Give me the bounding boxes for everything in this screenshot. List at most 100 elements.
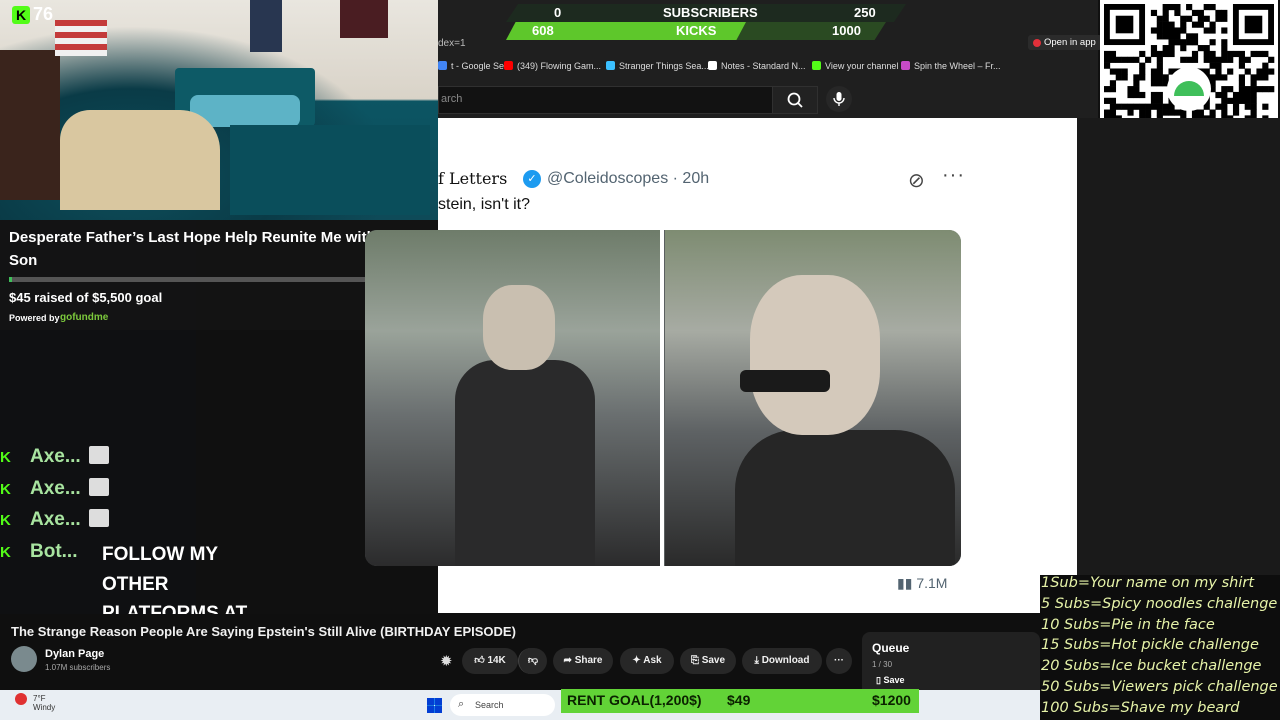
views-icon: ▮▮ bbox=[897, 575, 917, 591]
photo-figure bbox=[735, 430, 955, 566]
chat-username[interactable]: Axe... bbox=[30, 478, 81, 499]
bookmark-item[interactable]: Notes - Standard N... bbox=[708, 61, 806, 71]
bookmark-label: t - Google Se... bbox=[451, 61, 512, 71]
download-icon: ⤓ bbox=[754, 655, 762, 666]
bookmark-item[interactable]: View your channel bbox=[812, 61, 898, 71]
clip-icon[interactable]: ✹ bbox=[440, 652, 453, 670]
chat-username[interactable]: Axe... bbox=[30, 509, 81, 530]
search-icon bbox=[787, 92, 803, 108]
open-in-app-button[interactable]: Open in app bbox=[1028, 35, 1102, 50]
share-label: Share bbox=[574, 655, 603, 666]
youtube-search-input[interactable]: arch bbox=[438, 86, 774, 114]
emote-icon bbox=[88, 478, 109, 496]
webcam-flag bbox=[55, 20, 107, 56]
dislike-icon: 👎︎ bbox=[527, 655, 539, 666]
subs-current: 0 bbox=[554, 5, 562, 20]
subs-label: SUBSCRIBERS bbox=[663, 5, 758, 20]
chat-username[interactable]: Axe... bbox=[30, 446, 81, 467]
subs-goal: 250 bbox=[854, 5, 876, 20]
rent-goal-bar: RENT GOAL(1,200$) $49 $1200 bbox=[561, 689, 919, 713]
ask-label: Ask bbox=[643, 655, 662, 666]
queue-title: Queue bbox=[872, 641, 910, 655]
sub-goal-item: 1Sub=Your name on my shirt bbox=[1041, 575, 1255, 591]
chat-line: K Bot... bbox=[0, 541, 78, 563]
tweet-views[interactable]: ▮▮ 7.1M bbox=[897, 575, 947, 592]
webcam-poster bbox=[250, 0, 282, 52]
rent-goal-label: RENT GOAL(1,200$) bbox=[567, 692, 702, 708]
share-button[interactable]: ➦ Share bbox=[553, 648, 613, 674]
kicks-label: KICKS bbox=[676, 23, 717, 38]
bookmark-item[interactable]: t - Google Se... bbox=[438, 61, 512, 71]
subscriber-count: 1.07M subscribers bbox=[45, 663, 111, 672]
share-icon: ➦ bbox=[563, 655, 575, 666]
save-button[interactable]: ⎘ Save bbox=[680, 648, 736, 674]
kick-logo-icon: K bbox=[12, 6, 30, 24]
emote-icon bbox=[88, 509, 109, 527]
download-label: Download bbox=[761, 655, 810, 666]
webcam-feed: K 76 bbox=[0, 0, 438, 220]
bookmark-label: View your channel bbox=[825, 61, 899, 71]
bookmark-icon: ⎘ bbox=[690, 655, 702, 666]
gofundme-raised: $45 raised of $5,500 goal bbox=[9, 290, 163, 305]
weather-icon[interactable] bbox=[15, 693, 27, 705]
webcam-blanket bbox=[230, 125, 430, 215]
photo-figure bbox=[455, 360, 595, 566]
photo-figure-head bbox=[483, 285, 555, 370]
viewer-count: 76 bbox=[33, 4, 54, 24]
sub-goal-item: 50 Subs=Viewers pick challenge bbox=[1041, 679, 1278, 695]
bookmark-favicon-icon bbox=[812, 61, 821, 70]
channel-name[interactable]: Dylan Page bbox=[45, 648, 104, 660]
kick-badge-icon: K bbox=[0, 544, 11, 561]
url-bar[interactable]: dex=1 bbox=[438, 38, 466, 49]
bookmark-favicon-icon bbox=[708, 61, 717, 70]
kicks-goal: 1000 bbox=[832, 23, 861, 38]
more-icon: ··· bbox=[834, 655, 844, 666]
ask-button[interactable]: ✦ Ask bbox=[620, 648, 674, 674]
stream-goals-bar: 0 SUBSCRIBERS 250 608 KICKS 1000 bbox=[506, 4, 906, 40]
rent-goal-current: $49 bbox=[727, 692, 751, 708]
voice-search-button[interactable] bbox=[826, 86, 852, 112]
like-button[interactable]: 👍︎ 14K bbox=[462, 648, 518, 674]
chat-username[interactable]: Bot... bbox=[30, 541, 78, 562]
taskbar-search[interactable]: ⌕ Search bbox=[450, 694, 555, 716]
windows-start-icon[interactable] bbox=[427, 698, 442, 713]
chat-line: K Axe... bbox=[0, 478, 109, 500]
views-count: 7.1M bbox=[916, 575, 948, 591]
tweet-text: stein, isn't it? bbox=[438, 196, 530, 213]
kick-badge-icon: K bbox=[0, 481, 11, 498]
viewer-count-badge: K 76 bbox=[12, 4, 53, 25]
more-options-icon[interactable]: ··· bbox=[942, 164, 965, 187]
kick-badge-icon: K bbox=[0, 449, 11, 466]
bookmark-item[interactable]: Spin the Wheel – Fr... bbox=[901, 61, 1001, 71]
weather-condition: Windy bbox=[33, 703, 56, 712]
tweet-handle[interactable]: @Coleidoscopes · 20h bbox=[547, 170, 709, 188]
like-icon: 👍︎ bbox=[474, 655, 488, 666]
search-icon: ⌕ bbox=[458, 698, 465, 710]
queue-save-label: Save bbox=[883, 675, 905, 685]
sub-goal-item: 20 Subs=Ice bucket challenge bbox=[1041, 658, 1262, 675]
search-button[interactable] bbox=[772, 86, 818, 114]
weather-widget[interactable]: 7°F Windy bbox=[33, 694, 55, 712]
kick-badge-icon: K bbox=[0, 512, 11, 529]
kicks-current: 608 bbox=[532, 23, 554, 38]
bookmark-label: Stranger Things Sea... bbox=[619, 61, 709, 71]
grok-icon[interactable]: ⊘ bbox=[908, 168, 925, 193]
webcam-blanket bbox=[60, 110, 220, 210]
queue-save-button[interactable]: ▯ Save bbox=[876, 675, 904, 686]
microphone-icon bbox=[833, 92, 845, 106]
sparkle-icon: ✦ bbox=[632, 655, 644, 666]
sub-goal-item: 5 Subs=Spicy noodles challenge bbox=[1041, 595, 1278, 612]
more-actions-button[interactable]: ··· bbox=[826, 648, 852, 674]
temperature: 7°F bbox=[33, 694, 46, 703]
bookmark-item[interactable]: Stranger Things Sea... bbox=[606, 61, 709, 71]
save-label: Save bbox=[701, 655, 726, 666]
bookmark-favicon-icon bbox=[901, 61, 910, 70]
rent-goal-target: $1200 bbox=[872, 692, 911, 708]
bookmarks-bar: t - Google Se... (349) Flowing Gam... Stra… bbox=[438, 58, 1058, 76]
photo-divider bbox=[660, 230, 664, 566]
bookmark-item[interactable]: (349) Flowing Gam... bbox=[504, 61, 601, 71]
tweet-author[interactable]: f Letters bbox=[438, 169, 507, 188]
download-button[interactable]: ⤓ Download bbox=[742, 648, 822, 674]
dislike-button[interactable]: 👎︎ bbox=[518, 648, 547, 674]
avatar[interactable] bbox=[11, 646, 37, 672]
